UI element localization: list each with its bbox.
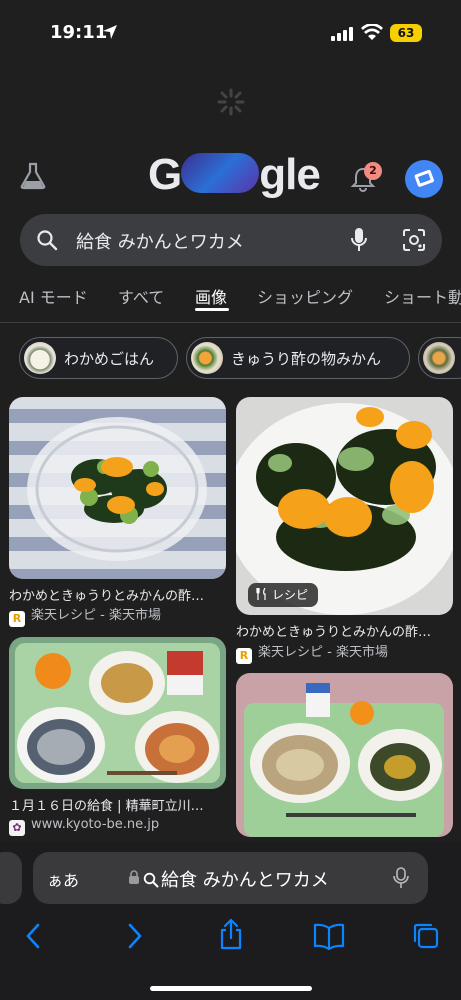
tab-all[interactable]: すべて (118, 284, 164, 308)
chip-label: きゅうり酢の物みかん (231, 350, 382, 368)
microphone-icon[interactable] (350, 227, 368, 253)
cellular-signal-icon (331, 27, 353, 41)
rakuten-recipe-favicon: R (9, 611, 25, 627)
tabs-divider (0, 322, 461, 323)
kyoto-be-favicon: ✿ (9, 820, 25, 836)
image-result[interactable]: わかめときゅうりとみかんの酢… R 楽天レシピ - 楽天市場 (9, 397, 226, 627)
active-tab-indicator (195, 308, 229, 311)
search-query[interactable]: 給食 みかんとワカメ (76, 228, 244, 254)
lock-icon (129, 870, 139, 884)
forward-icon[interactable] (124, 922, 144, 950)
doodle-graphic (181, 153, 260, 194)
bookmarks-icon[interactable] (313, 922, 345, 950)
back-icon[interactable] (24, 922, 44, 950)
tab-shopping[interactable]: ショッピング (257, 284, 353, 308)
fork-knife-icon (256, 587, 266, 600)
location-arrow-icon (103, 25, 117, 39)
result-title[interactable]: １月１６日の給食 | 精華町立川… (9, 795, 226, 814)
address-bar[interactable]: ぁあ 給食 みかんとワカメ (33, 852, 428, 904)
status-time: 19:11 (50, 22, 108, 43)
chip-kyuri-sunomono-mikan[interactable]: きゅうり酢の物みかん (186, 337, 410, 379)
previous-tab-preview[interactable] (0, 852, 22, 904)
notification-badge: 2 (364, 162, 382, 180)
status-bar: 19:11 63 (0, 0, 461, 64)
account-avatar[interactable] (405, 160, 443, 198)
microphone-icon[interactable] (393, 867, 409, 889)
google-doodle-logo[interactable]: Ggle (148, 150, 323, 202)
battery-indicator: 63 (390, 24, 422, 42)
chip-label: わかめごはん (64, 350, 155, 368)
google-lens-icon[interactable] (402, 228, 426, 252)
result-source[interactable]: R 楽天レシピ - 楽天市場 (236, 641, 388, 664)
chip-thumbnail (423, 342, 455, 374)
chip-thumbnail (191, 342, 223, 374)
search-bar[interactable]: 給食 みかんとワカメ (20, 214, 442, 266)
search-icon (37, 230, 58, 251)
flask-icon[interactable] (20, 162, 46, 190)
chip-more[interactable] (418, 337, 461, 379)
image-result[interactable]: １月１６日の給食 | 精華町立川… ✿ www.kyoto-be.ne.jp (9, 637, 226, 837)
page-settings-button[interactable]: ぁあ (47, 867, 79, 891)
chip-thumbnail (24, 342, 56, 374)
wifi-icon (361, 24, 383, 40)
tab-ai-mode[interactable]: AI モード (19, 284, 88, 308)
result-source[interactable]: ✿ www.kyoto-be.ne.jp (9, 817, 159, 836)
home-indicator (150, 986, 312, 991)
result-image[interactable] (9, 397, 226, 579)
recipe-badge: レシピ (248, 583, 319, 607)
recipe-badge-label: レシピ (272, 588, 309, 602)
result-source-text: 楽天レシピ - 楽天市場 (31, 608, 161, 623)
image-result[interactable] (236, 673, 453, 837)
result-image[interactable] (9, 637, 226, 789)
browser-toolbar: ぁあ 給食 みかんとワカメ (0, 842, 461, 1000)
search-icon (143, 872, 159, 888)
result-image[interactable]: レシピ (236, 397, 453, 615)
chip-wakame-gohan[interactable]: わかめごはん (19, 337, 178, 379)
tab-short-videos[interactable]: ショート動 (384, 284, 461, 308)
loading-spinner-icon (217, 88, 245, 116)
result-source-text: www.kyoto-be.ne.jp (31, 817, 160, 832)
tabs-icon[interactable] (411, 922, 441, 950)
share-icon[interactable] (218, 918, 244, 950)
address-query: 給食 みかんとワカメ (143, 866, 329, 892)
image-result[interactable]: レシピ わかめときゅうりとみかんの酢… R 楽天レシピ - 楽天市場 (236, 397, 453, 664)
search-tabs: AI モード すべて 画像 ショッピング ショート動 (0, 282, 461, 322)
address-query-text: 給食 みかんとワカメ (161, 870, 329, 891)
rakuten-recipe-favicon: R (236, 648, 252, 664)
avatar-image-icon (414, 169, 434, 187)
result-source[interactable]: R 楽天レシピ - 楽天市場 (9, 604, 161, 627)
result-image[interactable] (236, 673, 453, 837)
result-title[interactable]: わかめときゅうりとみかんの酢… (236, 621, 453, 640)
tab-images[interactable]: 画像 (195, 284, 227, 308)
result-title[interactable]: わかめときゅうりとみかんの酢… (9, 585, 226, 604)
result-source-text: 楽天レシピ - 楽天市場 (258, 645, 388, 660)
